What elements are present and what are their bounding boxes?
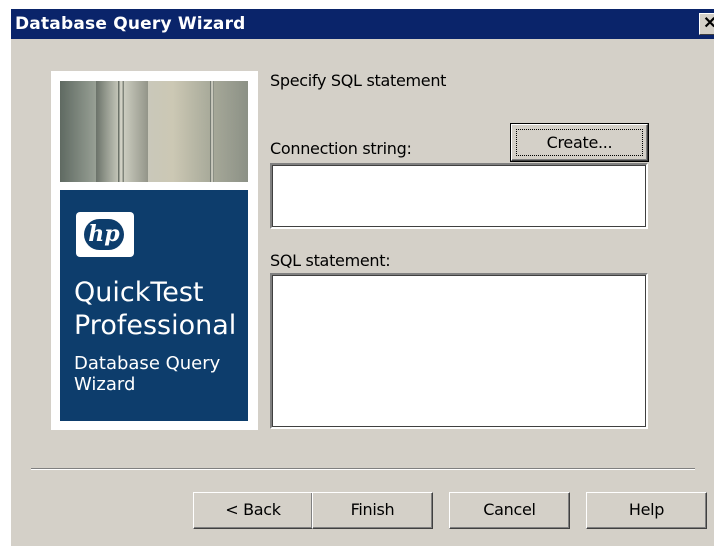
product-subtitle: Database Query Wizard xyxy=(74,353,221,395)
create-button-label: Create... xyxy=(516,129,643,156)
back-button[interactable]: < Back xyxy=(193,492,313,529)
lab-glassware-image xyxy=(60,81,248,182)
glass-rod-shape xyxy=(118,81,124,182)
help-button[interactable]: Help xyxy=(586,492,707,529)
connection-string-field[interactable] xyxy=(270,163,648,229)
create-button[interactable]: Create... xyxy=(510,123,649,162)
product-name: QuickTest Professional xyxy=(74,277,237,341)
hp-logo-text: hp xyxy=(84,219,124,250)
glass-rod-shape xyxy=(210,81,214,182)
dialog-window: Database Query Wizard ✕ hp QuickTest Pro… xyxy=(10,8,714,546)
finish-button[interactable]: Finish xyxy=(312,492,433,529)
footer-separator xyxy=(31,468,695,470)
product-brand-block: hp QuickTest Professional Database Query… xyxy=(60,190,248,421)
hp-logo-icon: hp xyxy=(76,212,134,257)
step-heading: Specify SQL statement xyxy=(270,71,447,90)
connection-string-label: Connection string: xyxy=(270,139,412,158)
cancel-button[interactable]: Cancel xyxy=(449,492,570,529)
window-title: Database Query Wizard xyxy=(15,14,246,34)
sql-statement-field[interactable] xyxy=(270,273,648,429)
close-icon: ✕ xyxy=(703,15,714,32)
close-button[interactable]: ✕ xyxy=(699,13,714,35)
sql-statement-label: SQL statement: xyxy=(270,251,391,270)
wizard-banner-panel: hp QuickTest Professional Database Query… xyxy=(51,71,258,430)
title-bar[interactable]: Database Query Wizard ✕ xyxy=(11,9,714,39)
